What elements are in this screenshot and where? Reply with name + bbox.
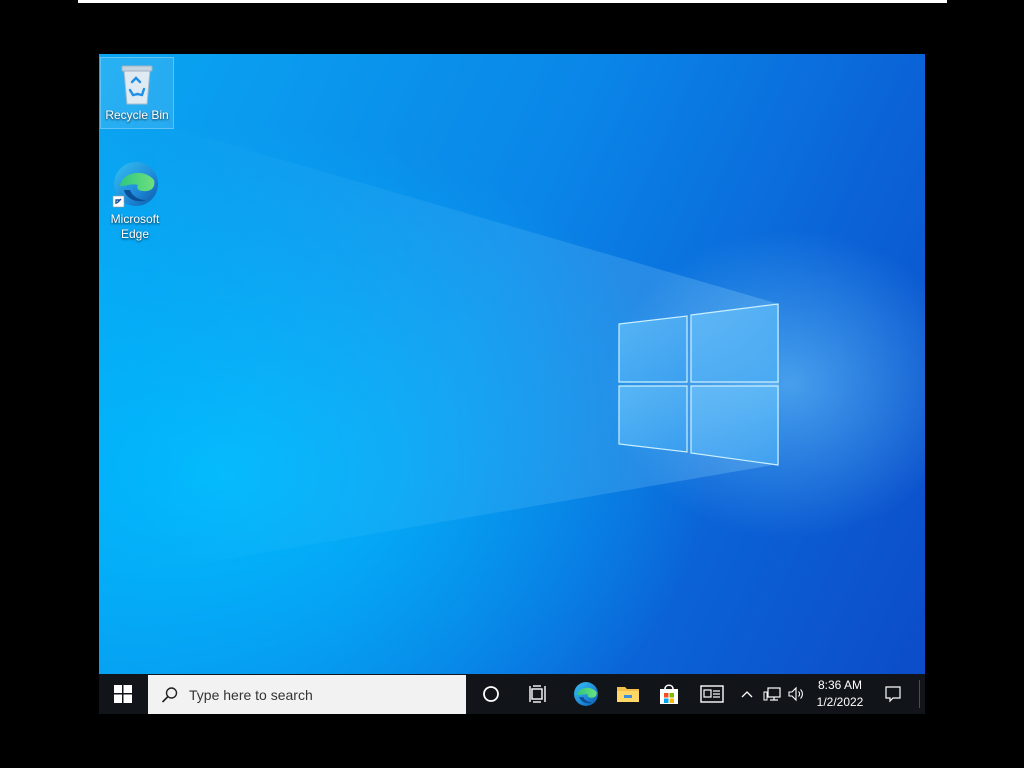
network-button[interactable] [761,674,783,714]
task-view-icon [529,685,546,703]
windows-logo-wallpaper [139,124,779,574]
desktop-icon-microsoft-edge[interactable]: Microsoft Edge [99,156,171,242]
news-and-interests-button[interactable] [689,674,735,714]
store-bag-icon [660,684,678,704]
start-button[interactable] [99,674,147,714]
taskbar-search-box[interactable]: Type here to search [148,675,466,714]
cortana-button[interactable] [468,674,514,714]
windows-start-icon [114,685,132,703]
edge-icon [574,682,598,706]
action-center-icon [885,686,901,703]
edge-desktop-label: Microsoft Edge [110,212,160,241]
search-placeholder: Type here to search [189,686,313,703]
show-hidden-icons-button[interactable] [737,674,757,714]
volume-icon [788,686,803,702]
recycle-bin-label: Recycle Bin [105,108,169,122]
volume-button[interactable] [785,674,807,714]
taskbar: Type here to search 8:36 AM 1/2/2022 [99,674,925,714]
news-icon [700,685,724,703]
top-border-strip [78,0,947,3]
microsoft-store-button[interactable] [646,674,692,714]
task-view-button[interactable] [515,674,561,714]
folder-icon [617,687,639,702]
show-desktop-divider[interactable] [919,680,920,708]
network-icon [763,687,781,701]
action-center-button[interactable] [871,674,915,714]
edge-icon [112,162,158,208]
desktop-icon-recycle-bin[interactable]: Recycle Bin [100,57,174,129]
search-icon [161,686,178,703]
system-clock[interactable]: 8:36 AM 1/2/2022 [811,677,869,711]
clock-date: 1/2/2022 [816,695,864,709]
chevron-up-icon [741,691,753,698]
desktop-screen: Recycle Bin Microsoft Edge Type here to … [99,54,925,714]
taskbar-edge-button[interactable] [563,674,609,714]
file-explorer-button[interactable] [605,674,651,714]
clock-time: 8:36 AM [817,678,863,692]
recycle-bin-icon [121,65,153,105]
cortana-circle-icon [483,686,499,702]
